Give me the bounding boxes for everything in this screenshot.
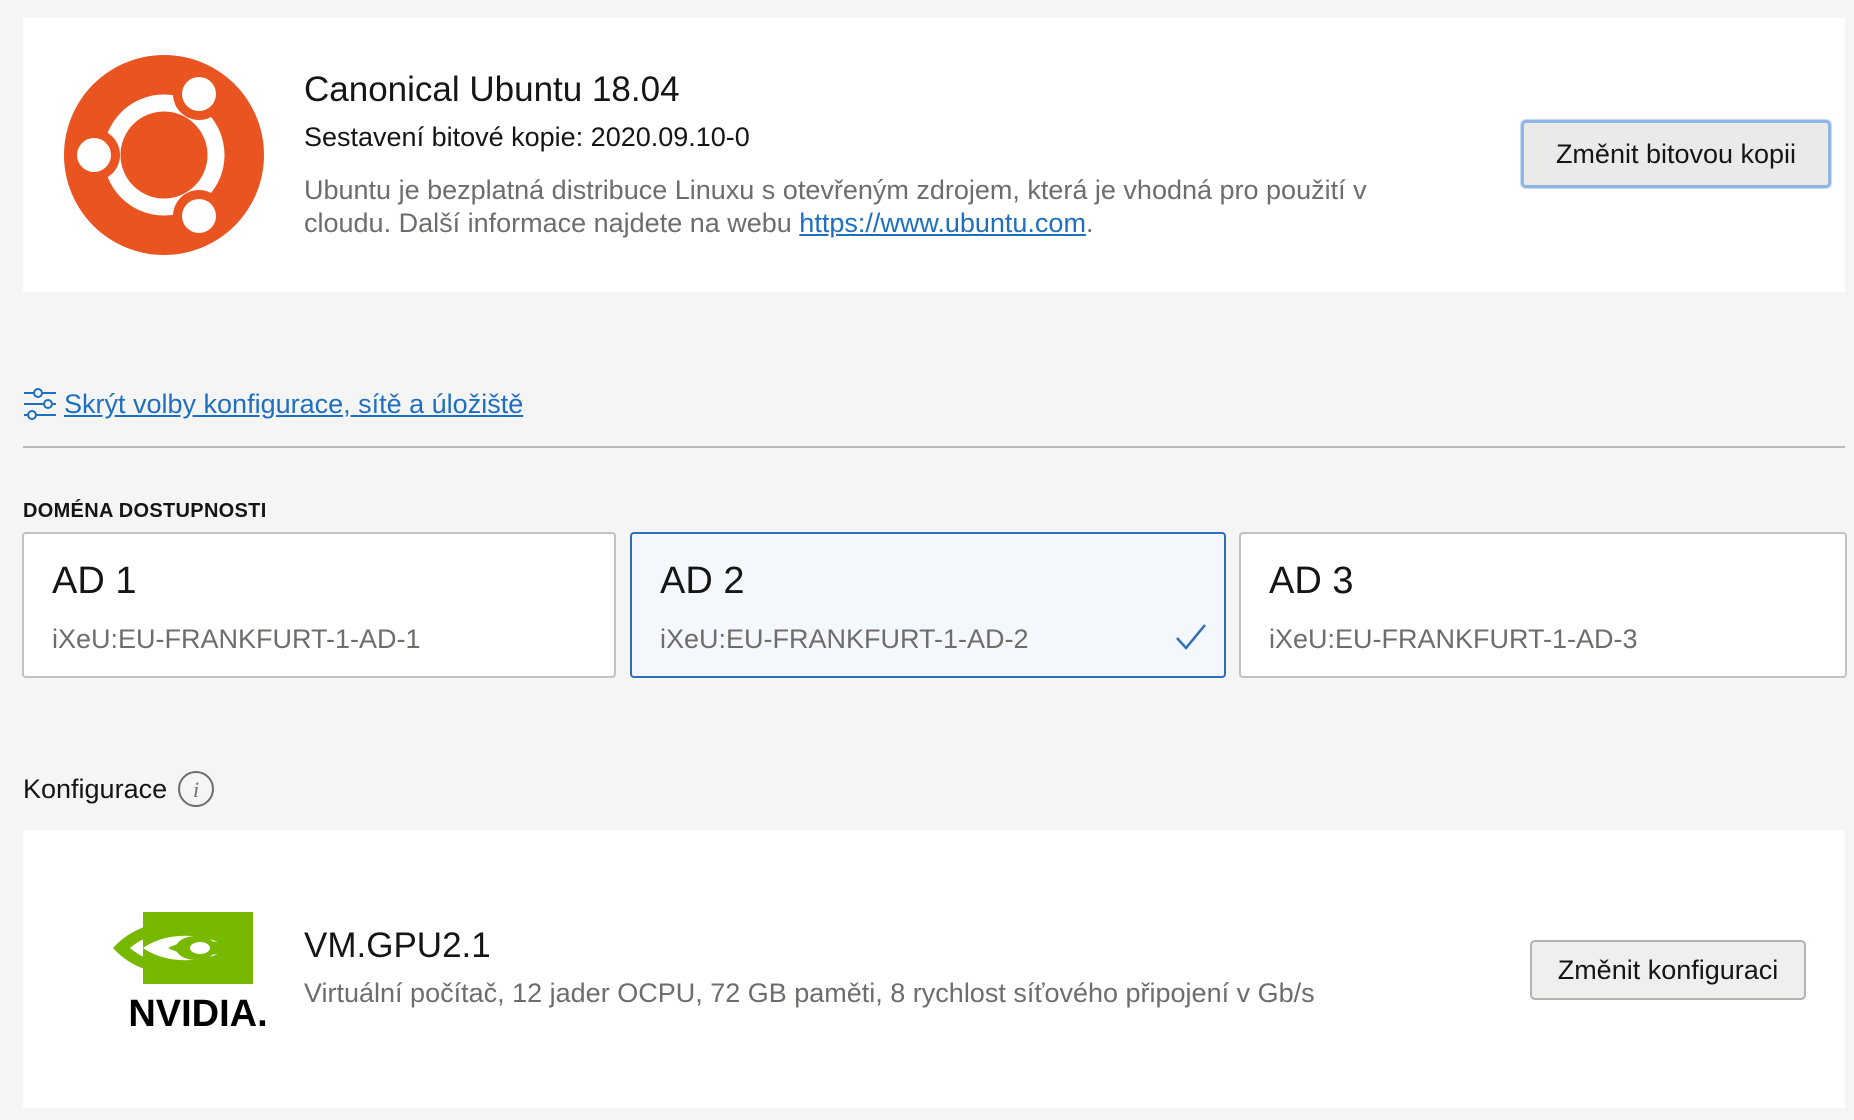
availability-domain-label: DOMÉNA DOSTUPNOSTI — [23, 500, 267, 522]
ubuntu-website-link[interactable]: https://www.ubuntu.com — [799, 208, 1086, 238]
ad-option-id: iXeU:EU-FRANKFURT-1-AD-1 — [52, 624, 421, 654]
toggle-advanced-options-link[interactable]: Skrýt volby konfigurace, sítě a úložiště — [22, 386, 523, 422]
shape-card: NVIDIA. VM.GPU2.1 Virtuální počítač, 12 … — [23, 830, 1845, 1108]
shape-section-label: Konfigurace — [23, 773, 168, 804]
image-title: Canonical Ubuntu 18.04 — [304, 70, 680, 109]
ad-option-2[interactable]: AD 2 iXeU:EU-FRANKFURT-1-AD-2 — [630, 532, 1226, 678]
svg-text:i: i — [193, 777, 199, 802]
sliders-icon — [24, 388, 56, 420]
image-description-suffix: . — [1085, 208, 1094, 238]
ad-option-3[interactable]: AD 3 iXeU:EU-FRANKFURT-1-AD-3 — [1239, 532, 1847, 678]
ad-option-name: AD 1 — [52, 560, 137, 602]
image-build: Sestavení bitové kopie: 2020.09.10-0 — [304, 122, 750, 152]
shape-section-title: Konfigurace i — [23, 770, 215, 808]
nvidia-logo-text: NVIDIA. — [128, 993, 267, 1032]
ad-option-name: AD 3 — [1269, 560, 1354, 602]
ad-option-id: iXeU:EU-FRANKFURT-1-AD-2 — [660, 624, 1029, 654]
ad-option-1[interactable]: AD 1 iXeU:EU-FRANKFURT-1-AD-1 — [22, 532, 616, 678]
shape-name: VM.GPU2.1 — [304, 926, 491, 965]
shape-description: Virtuální počítač, 12 jader OCPU, 72 GB … — [304, 978, 1315, 1008]
change-shape-button[interactable]: Změnit konfiguraci — [1530, 940, 1806, 1000]
info-icon[interactable]: i — [177, 770, 215, 808]
change-image-button[interactable]: Změnit bitovou kopii — [1521, 120, 1831, 188]
ad-option-name: AD 2 — [660, 560, 745, 602]
ad-option-id: iXeU:EU-FRANKFURT-1-AD-3 — [1269, 624, 1638, 654]
toggle-advanced-options-label: Skrýt volby konfigurace, sítě a úložiště — [64, 388, 524, 419]
image-card: Canonical Ubuntu 18.04 Sestavení bitové … — [23, 18, 1845, 292]
nvidia-logo-icon: NVIDIA. — [113, 912, 268, 1032]
ubuntu-logo-icon — [64, 55, 264, 255]
divider — [23, 446, 1845, 448]
checkmark-icon — [1176, 624, 1206, 650]
image-description: Ubuntu je bezplatná distribuce Linuxu s … — [304, 174, 1454, 240]
